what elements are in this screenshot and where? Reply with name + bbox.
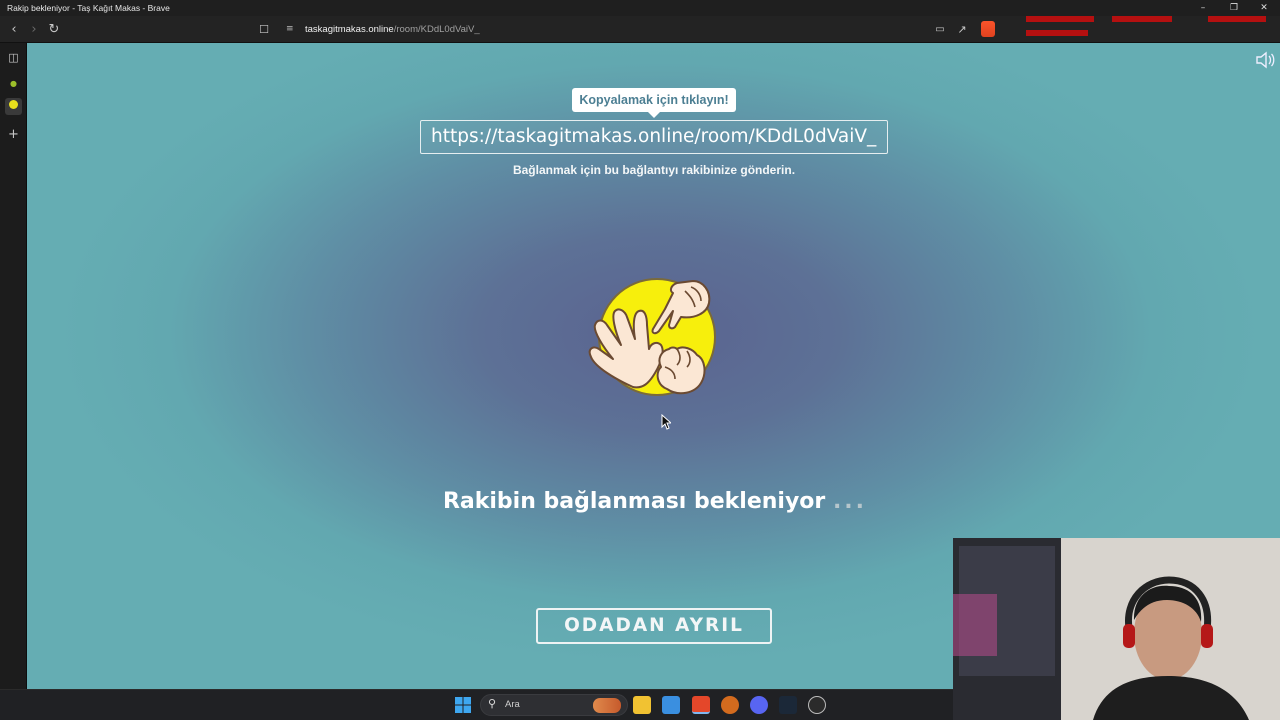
webcam-overlay [953,538,1280,720]
steam-icon[interactable] [779,696,797,714]
copy-tooltip: Kopyalamak için tıklayın! [572,88,736,118]
brave-shields-icon[interactable] [981,21,995,37]
back-icon[interactable]: ‹ [4,20,24,40]
cast-icon[interactable]: ▭ [930,20,950,40]
sidebar-active-tab-icon[interactable] [5,98,22,115]
app-circle-icon[interactable] [808,696,826,714]
app-taskbar-icon[interactable] [721,696,739,714]
taskbar-search[interactable]: ⚲ Ara [480,694,628,716]
leave-room-button[interactable]: ODADAN AYRIL [536,608,772,644]
bookmark-icon[interactable]: ☐ [254,20,274,40]
reload-icon[interactable]: ↻ [44,20,64,40]
new-tab-icon[interactable]: + [5,126,22,143]
browser-sidebar: ◫ ● + [0,43,27,689]
waiting-message: Rakibin bağlanması bekleniyor ... [360,489,950,514]
discord-icon[interactable] [750,696,768,714]
sidebar-panel-icon[interactable]: ◫ [5,49,22,66]
site-settings-icon[interactable]: ≡ [286,22,296,36]
store-icon[interactable] [662,696,680,714]
stream-ticker-overlay [1022,0,1272,42]
share-icon[interactable]: ↗ [952,20,972,40]
file-explorer-icon[interactable] [633,696,651,714]
mouse-cursor [661,414,671,430]
forward-icon[interactable]: › [24,20,44,40]
url-path: /room/KDdL0dVaiV_ [393,24,480,35]
url-host: taskagitmakas.online [305,24,394,35]
brave-taskbar-icon[interactable] [692,696,710,714]
waiting-text: Rakibin bağlanması bekleniyor [442,489,826,514]
waiting-dots: ... [832,489,868,514]
rock-paper-scissors-logo [588,278,716,396]
share-hint: Bağlanmak için bu bağlantıyı rakibinize … [512,163,796,177]
start-icon[interactable] [454,696,472,714]
room-link-input[interactable]: https://taskagitmakas.online/room/KDdL0d… [420,120,888,154]
address-bar[interactable]: taskagitmakas.online/room/KDdL0dVaiV_ [305,21,945,39]
search-highlight-icon [593,698,621,713]
webcam-image [953,538,1280,720]
sound-icon[interactable] [1255,51,1275,69]
sidebar-tab-icon[interactable]: ● [5,75,22,92]
search-label: Ara [505,699,520,710]
window-title: Rakip bekleniyor - Taş Kağıt Makas - Bra… [7,3,170,13]
search-icon: ⚲ [488,697,497,710]
